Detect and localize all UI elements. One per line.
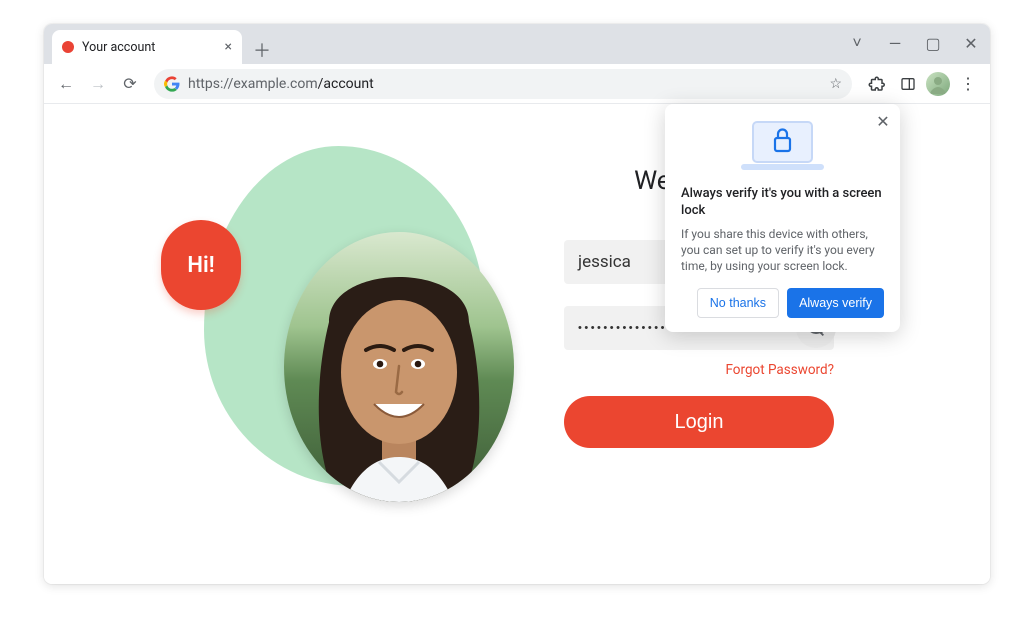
google-g-icon [164,76,180,92]
caret-down-icon[interactable]: ˅ [844,30,870,56]
favicon-dot [62,41,74,53]
tab-active[interactable]: Your account × [52,30,242,64]
profile-avatar[interactable] [926,72,950,96]
always-verify-button[interactable]: Always verify [787,288,884,318]
hi-text: Hi! [187,253,214,278]
popup-actions: No thanks Always verify [681,288,884,318]
forward-button[interactable]: → [84,70,112,98]
new-tab-button[interactable]: ＋ [248,36,276,64]
browser-window: Your account × ＋ ˅ — ▢ ✕ ← → ⟳ [44,24,990,584]
close-window-icon[interactable]: ✕ [958,30,984,56]
side-panel-icon[interactable] [894,70,922,98]
back-button[interactable]: ← [52,70,80,98]
reload-button[interactable]: ⟳ [116,70,144,98]
bookmark-star-icon[interactable]: ☆ [829,76,842,92]
kebab-menu-icon[interactable]: ⋮ [954,70,982,98]
laptop-lock-icon [681,116,884,176]
login-button[interactable]: Login [564,396,834,448]
popup-desc: If you share this device with others, yo… [681,226,884,275]
toolbar: ← → ⟳ https://example.com/account ☆ [44,64,990,104]
username-value: jessica [578,252,631,272]
url-text: https://example.com/account [188,76,374,92]
popup-title: Always verify it's you with a screen loc… [681,186,884,220]
hi-badge: Hi! [161,220,241,310]
extensions-icon[interactable] [862,70,890,98]
verify-popup: ✕ Always verify it's you with a screen l… [665,104,900,332]
no-thanks-button[interactable]: No thanks [697,288,779,318]
forgot-password-link[interactable]: Forgot Password? [564,362,834,378]
window-controls: ˅ — ▢ ✕ [844,30,984,56]
close-icon[interactable]: ✕ [872,110,894,132]
tab-title: Your account [82,40,155,55]
tabstrip: Your account × ＋ ˅ — ▢ ✕ [44,24,990,64]
close-tab-icon[interactable]: × [225,40,232,54]
address-bar[interactable]: https://example.com/account ☆ [154,69,852,99]
profile-photo [284,232,514,502]
maximize-icon[interactable]: ▢ [920,30,946,56]
minimize-icon[interactable]: — [882,30,908,56]
